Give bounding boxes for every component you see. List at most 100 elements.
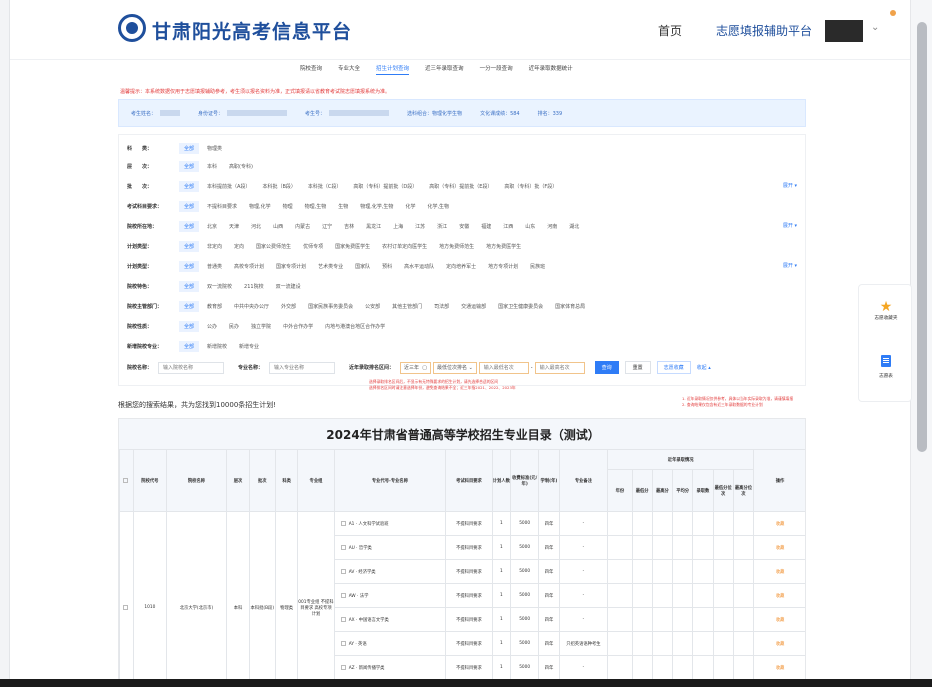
filter-option[interactable]: 高校专项计划 bbox=[234, 263, 264, 270]
checkbox-icon[interactable] bbox=[340, 640, 346, 646]
collapse-link[interactable]: 收起 ▴ bbox=[697, 364, 711, 371]
filter-option[interactable]: 国家专项计划 bbox=[276, 263, 306, 270]
filter-option[interactable]: 艺术类专业 bbox=[318, 263, 343, 270]
filter-all-option[interactable]: 全部 bbox=[179, 142, 200, 154]
expand-link[interactable]: 展开 ▾ bbox=[783, 262, 797, 269]
filter-option[interactable]: 不提科目要求 bbox=[207, 203, 237, 210]
filter-option[interactable]: 教育部 bbox=[207, 303, 222, 310]
volunteer-table-button[interactable]: 志愿表 bbox=[859, 355, 913, 379]
filter-option[interactable]: 河北 bbox=[251, 223, 261, 230]
filter-option[interactable]: 黑龙江 bbox=[366, 223, 381, 230]
filter-option[interactable]: 交通运输部 bbox=[461, 303, 486, 310]
favorite-link[interactable]: 收藏 bbox=[753, 655, 805, 679]
filter-option[interactable]: 国家队 bbox=[355, 263, 370, 270]
scrollbar-thumb[interactable] bbox=[917, 22, 927, 452]
filter-option[interactable]: 双一流建设 bbox=[276, 283, 301, 290]
filter-option[interactable]: 高职（专科）批（F段） bbox=[504, 183, 557, 190]
checkbox-icon[interactable] bbox=[340, 544, 346, 550]
filter-option[interactable]: 国家卫生健康委员会 bbox=[498, 303, 543, 310]
filter-option[interactable]: 物理,化学 bbox=[249, 203, 271, 210]
filter-option[interactable]: 新增专业 bbox=[239, 343, 259, 350]
favorite-link[interactable]: 收藏 bbox=[753, 511, 805, 536]
subnav-tab-4[interactable]: 一分一段查询 bbox=[480, 62, 513, 75]
filter-option[interactable]: 公安部 bbox=[365, 303, 380, 310]
filter-all-option[interactable]: 全部 bbox=[179, 300, 200, 312]
checkbox-icon[interactable] bbox=[340, 568, 346, 574]
subnav-tab-5[interactable]: 近年录取数据统计 bbox=[529, 62, 573, 75]
favorite-link[interactable]: 收藏 bbox=[753, 583, 805, 608]
filter-option[interactable]: 公办 bbox=[207, 323, 217, 330]
filter-all-option[interactable]: 全部 bbox=[179, 340, 200, 352]
favorite-link[interactable]: 收藏 bbox=[753, 631, 805, 656]
filter-option[interactable]: 中共中央办公厅 bbox=[234, 303, 269, 310]
filter-option[interactable]: 地方免费医学生 bbox=[486, 243, 521, 250]
scrollbar[interactable] bbox=[910, 0, 932, 687]
filter-option[interactable]: 地方专项计划 bbox=[488, 263, 518, 270]
subnav-tab-2[interactable]: 招生计划查询 bbox=[376, 62, 410, 75]
favorites-button[interactable]: 志愿收藏 bbox=[656, 361, 691, 374]
filter-option[interactable]: 河南 bbox=[547, 223, 557, 230]
checkbox-icon[interactable] bbox=[340, 520, 346, 526]
checkbox-icon[interactable] bbox=[340, 592, 346, 598]
filter-option[interactable]: 山东 bbox=[525, 223, 535, 230]
favorite-link[interactable]: 收藏 bbox=[753, 535, 805, 560]
filter-option[interactable]: 湖北 bbox=[569, 223, 579, 230]
checkbox-icon[interactable] bbox=[340, 664, 346, 670]
filter-option[interactable]: 双一流院校 bbox=[207, 283, 232, 290]
filter-option[interactable]: 浙江 bbox=[437, 223, 447, 230]
filter-option[interactable]: 民办 bbox=[229, 323, 239, 330]
chevron-down-icon[interactable]: ⌄ bbox=[871, 22, 879, 33]
filter-option[interactable]: 定向培养军士 bbox=[446, 263, 476, 270]
filter-option[interactable]: 内地与港澳台地区合作办学 bbox=[325, 323, 385, 330]
filter-option[interactable]: 普通类 bbox=[207, 263, 222, 270]
filter-option[interactable]: 其他主管部门 bbox=[392, 303, 422, 310]
filter-option[interactable]: 山西 bbox=[273, 223, 283, 230]
filter-option[interactable]: 物理,生物 bbox=[305, 203, 327, 210]
min-rank-input[interactable] bbox=[478, 361, 529, 374]
favorite-link[interactable]: 收藏 bbox=[753, 607, 805, 632]
filter-option[interactable]: 化学,生物 bbox=[427, 203, 449, 210]
filter-option[interactable]: 本科批（B段） bbox=[262, 183, 295, 190]
filter-option[interactable]: 新增院校 bbox=[207, 343, 227, 350]
max-rank-input[interactable] bbox=[534, 361, 585, 374]
filter-all-option[interactable]: 全部 bbox=[179, 160, 200, 172]
filter-all-option[interactable]: 全部 bbox=[179, 260, 200, 272]
filter-option[interactable]: 国家免费医学生 bbox=[335, 243, 370, 250]
nav-home-link[interactable]: 首页 bbox=[658, 22, 682, 39]
filter-option[interactable]: 高职（专科）提前批（D段） bbox=[353, 183, 417, 190]
filter-option[interactable]: 本科 bbox=[207, 163, 217, 170]
filter-all-option[interactable]: 全部 bbox=[179, 180, 200, 192]
filter-all-option[interactable]: 全部 bbox=[179, 280, 200, 292]
filter-option[interactable]: 司法部 bbox=[434, 303, 449, 310]
rank-type-select[interactable]: 最低位次排名 ⌄ bbox=[432, 361, 477, 374]
subnav-tab-3[interactable]: 近三年录取查询 bbox=[425, 62, 464, 75]
filter-option[interactable]: 农村订单定向医学生 bbox=[382, 243, 427, 250]
filter-option[interactable]: 211院校 bbox=[244, 283, 264, 290]
filter-option[interactable]: 国家民族事务委员会 bbox=[308, 303, 353, 310]
subnav-tab-0[interactable]: 院校查询 bbox=[300, 62, 322, 75]
filter-option[interactable]: 高水平运动队 bbox=[404, 263, 434, 270]
filter-option[interactable]: 优师专项 bbox=[303, 243, 323, 250]
year-select[interactable]: 近三年 ▢ bbox=[400, 361, 431, 374]
filter-option[interactable]: 天津 bbox=[229, 223, 239, 230]
filter-all-option[interactable]: 全部 bbox=[179, 240, 200, 252]
expand-link[interactable]: 展开 ▾ bbox=[783, 222, 797, 229]
filter-all-option[interactable]: 全部 bbox=[179, 320, 200, 332]
filter-option[interactable]: 独立学院 bbox=[251, 323, 271, 330]
avatar[interactable] bbox=[825, 20, 863, 42]
filter-option[interactable]: 生物 bbox=[338, 203, 348, 210]
filter-option[interactable]: 民族班 bbox=[530, 263, 545, 270]
filter-option[interactable]: 化学 bbox=[405, 203, 415, 210]
filter-option[interactable]: 物理 bbox=[283, 203, 293, 210]
filter-option[interactable]: 非定向 bbox=[207, 243, 222, 250]
query-button[interactable]: 查询 bbox=[594, 361, 619, 374]
filter-option[interactable]: 高职（专科）提前批（E段） bbox=[429, 183, 492, 190]
checkbox-icon[interactable] bbox=[122, 604, 128, 610]
favorites-folder-button[interactable]: ★ 志愿收藏夹 bbox=[859, 299, 913, 321]
expand-link[interactable]: 展开 ▾ bbox=[783, 182, 797, 189]
favorite-link[interactable]: 收藏 bbox=[753, 559, 805, 584]
filter-option[interactable]: 江西 bbox=[503, 223, 513, 230]
logo-emblem-icon[interactable] bbox=[118, 14, 146, 42]
filter-option[interactable]: 本科批（C段） bbox=[308, 183, 342, 190]
nav-assist-link[interactable]: 志愿填报辅助平台 bbox=[716, 22, 812, 39]
